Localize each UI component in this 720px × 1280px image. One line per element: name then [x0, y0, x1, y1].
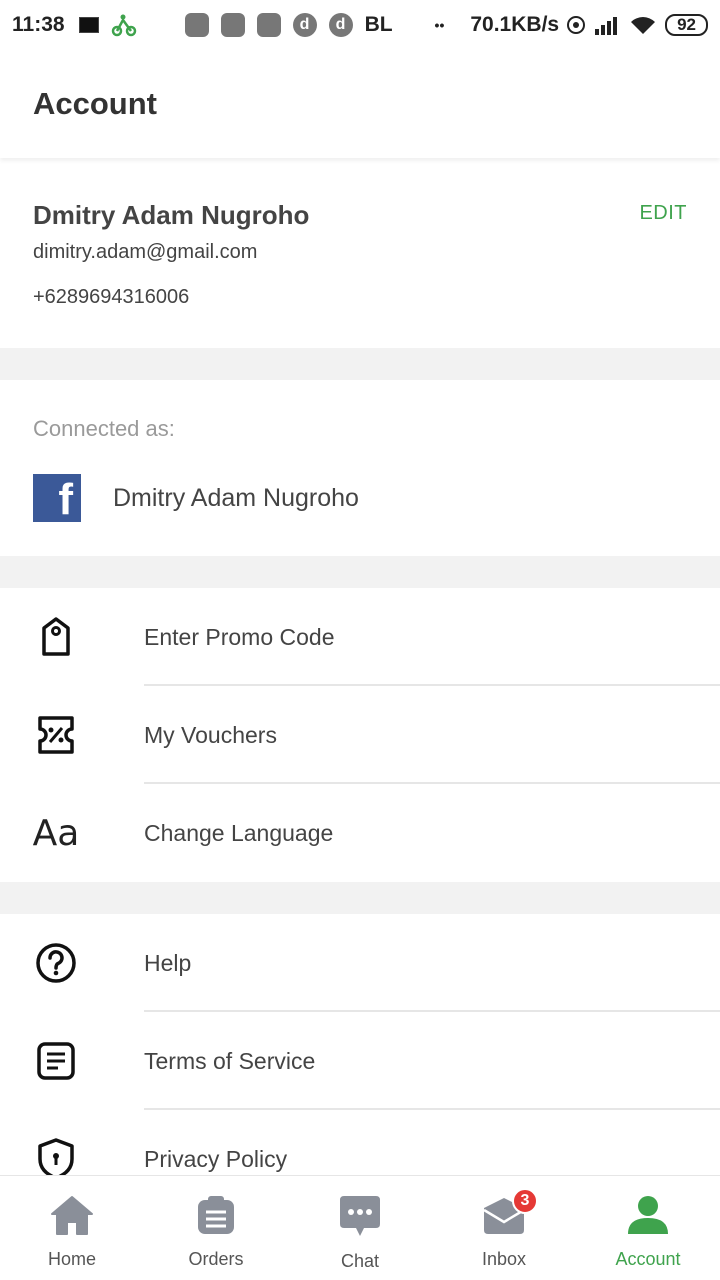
- voucher-icon: [34, 713, 78, 757]
- wifi-icon: [629, 14, 657, 36]
- account-icon: [626, 1194, 670, 1241]
- nav-item-home[interactable]: Home: [0, 1176, 144, 1280]
- signal-icon: [595, 15, 621, 35]
- facebook-glyph: f: [58, 475, 73, 522]
- app-notification-icon: [220, 13, 245, 37]
- status-right: •• 70.1KB/s 92: [435, 13, 708, 37]
- menu-item-change-language[interactable]: Aa Change Language: [0, 784, 720, 882]
- chat-icon: [338, 1194, 382, 1243]
- nav-label: Inbox: [481, 1249, 527, 1269]
- menu-item-label: Privacy Policy: [144, 1145, 288, 1172]
- bottom-navigation: Home Orders Chat 3 Inbox Account: [0, 1175, 720, 1280]
- nav-label: Account: [615, 1249, 681, 1269]
- tag-icon: [34, 615, 78, 659]
- menu-item-promo-code[interactable]: Enter Promo Code: [0, 588, 720, 686]
- inbox-badge: 3: [512, 1188, 538, 1214]
- document-icon: [34, 1039, 78, 1083]
- app-notification-icon: [184, 13, 209, 37]
- nav-label: Chat: [340, 1251, 380, 1271]
- nav-item-inbox[interactable]: 3 Inbox: [432, 1176, 576, 1280]
- bike-notification-icon: [111, 12, 137, 38]
- nav-item-account[interactable]: Account: [576, 1176, 720, 1280]
- d-notification-icon: d: [328, 13, 353, 37]
- menu-item-label: Change Language: [144, 819, 334, 846]
- menu-item-my-vouchers[interactable]: My Vouchers: [0, 686, 720, 784]
- nav-item-chat[interactable]: Chat: [288, 1176, 432, 1280]
- connected-account-name: Dmitry Adam Nugroho: [113, 483, 359, 512]
- network-speed: 70.1KB/s: [470, 13, 560, 36]
- page-title: Account: [33, 86, 157, 121]
- menu-item-label: My Vouchers: [144, 721, 277, 748]
- language-icon: Aa: [32, 812, 80, 854]
- facebook-icon: f: [33, 474, 81, 522]
- profile-name: Dmitry Adam Nugroho: [33, 200, 310, 230]
- d-notification-icon: d: [292, 13, 317, 37]
- profile-section: Dmitry Adam Nugroho dimitry.adam@gmail.c…: [0, 160, 720, 348]
- edit-profile-button[interactable]: EDIT: [639, 202, 687, 225]
- section-divider: [0, 348, 720, 380]
- menu-item-label: Terms of Service: [144, 1047, 316, 1074]
- status-bar: 11:38 d d BL •• 70.1KB/s 92: [0, 0, 720, 50]
- app-bar: Account: [0, 50, 720, 158]
- connected-section: Connected as: f Dmitry Adam Nugroho: [0, 380, 720, 556]
- app-notification-icon: [78, 17, 99, 33]
- menu-item-help[interactable]: Help: [0, 914, 720, 1012]
- help-icon: [34, 941, 78, 985]
- battery-indicator: 92: [665, 14, 708, 36]
- nav-label: Home: [47, 1249, 96, 1269]
- menu-group-support: Help Terms of Service Privacy Policy: [0, 914, 720, 1208]
- home-icon: [49, 1194, 95, 1241]
- nav-label: Orders: [188, 1249, 244, 1269]
- section-divider: [0, 882, 720, 914]
- profile-phone: +6289694316006: [33, 286, 190, 308]
- connected-account-row: f Dmitry Adam Nugroho: [33, 474, 687, 522]
- app-notification-icon: [256, 13, 281, 37]
- menu-item-terms-of-service[interactable]: Terms of Service: [0, 1012, 720, 1110]
- section-divider: [0, 556, 720, 588]
- orders-icon: [194, 1194, 238, 1241]
- hotspot-icon: [565, 14, 587, 36]
- menu-item-label: Enter Promo Code: [144, 623, 335, 650]
- more-notifications-dots: ••: [434, 17, 445, 33]
- menu-group-promotions: Enter Promo Code My Vouchers Aa Change L…: [0, 588, 720, 882]
- menu-item-label: Help: [144, 949, 192, 976]
- profile-email: dimitry.adam@gmail.com: [33, 241, 258, 263]
- connected-label: Connected as:: [33, 416, 175, 441]
- nav-item-orders[interactable]: Orders: [144, 1176, 288, 1280]
- status-time: 11:38: [12, 13, 65, 36]
- carrier-tag: BL: [364, 13, 393, 36]
